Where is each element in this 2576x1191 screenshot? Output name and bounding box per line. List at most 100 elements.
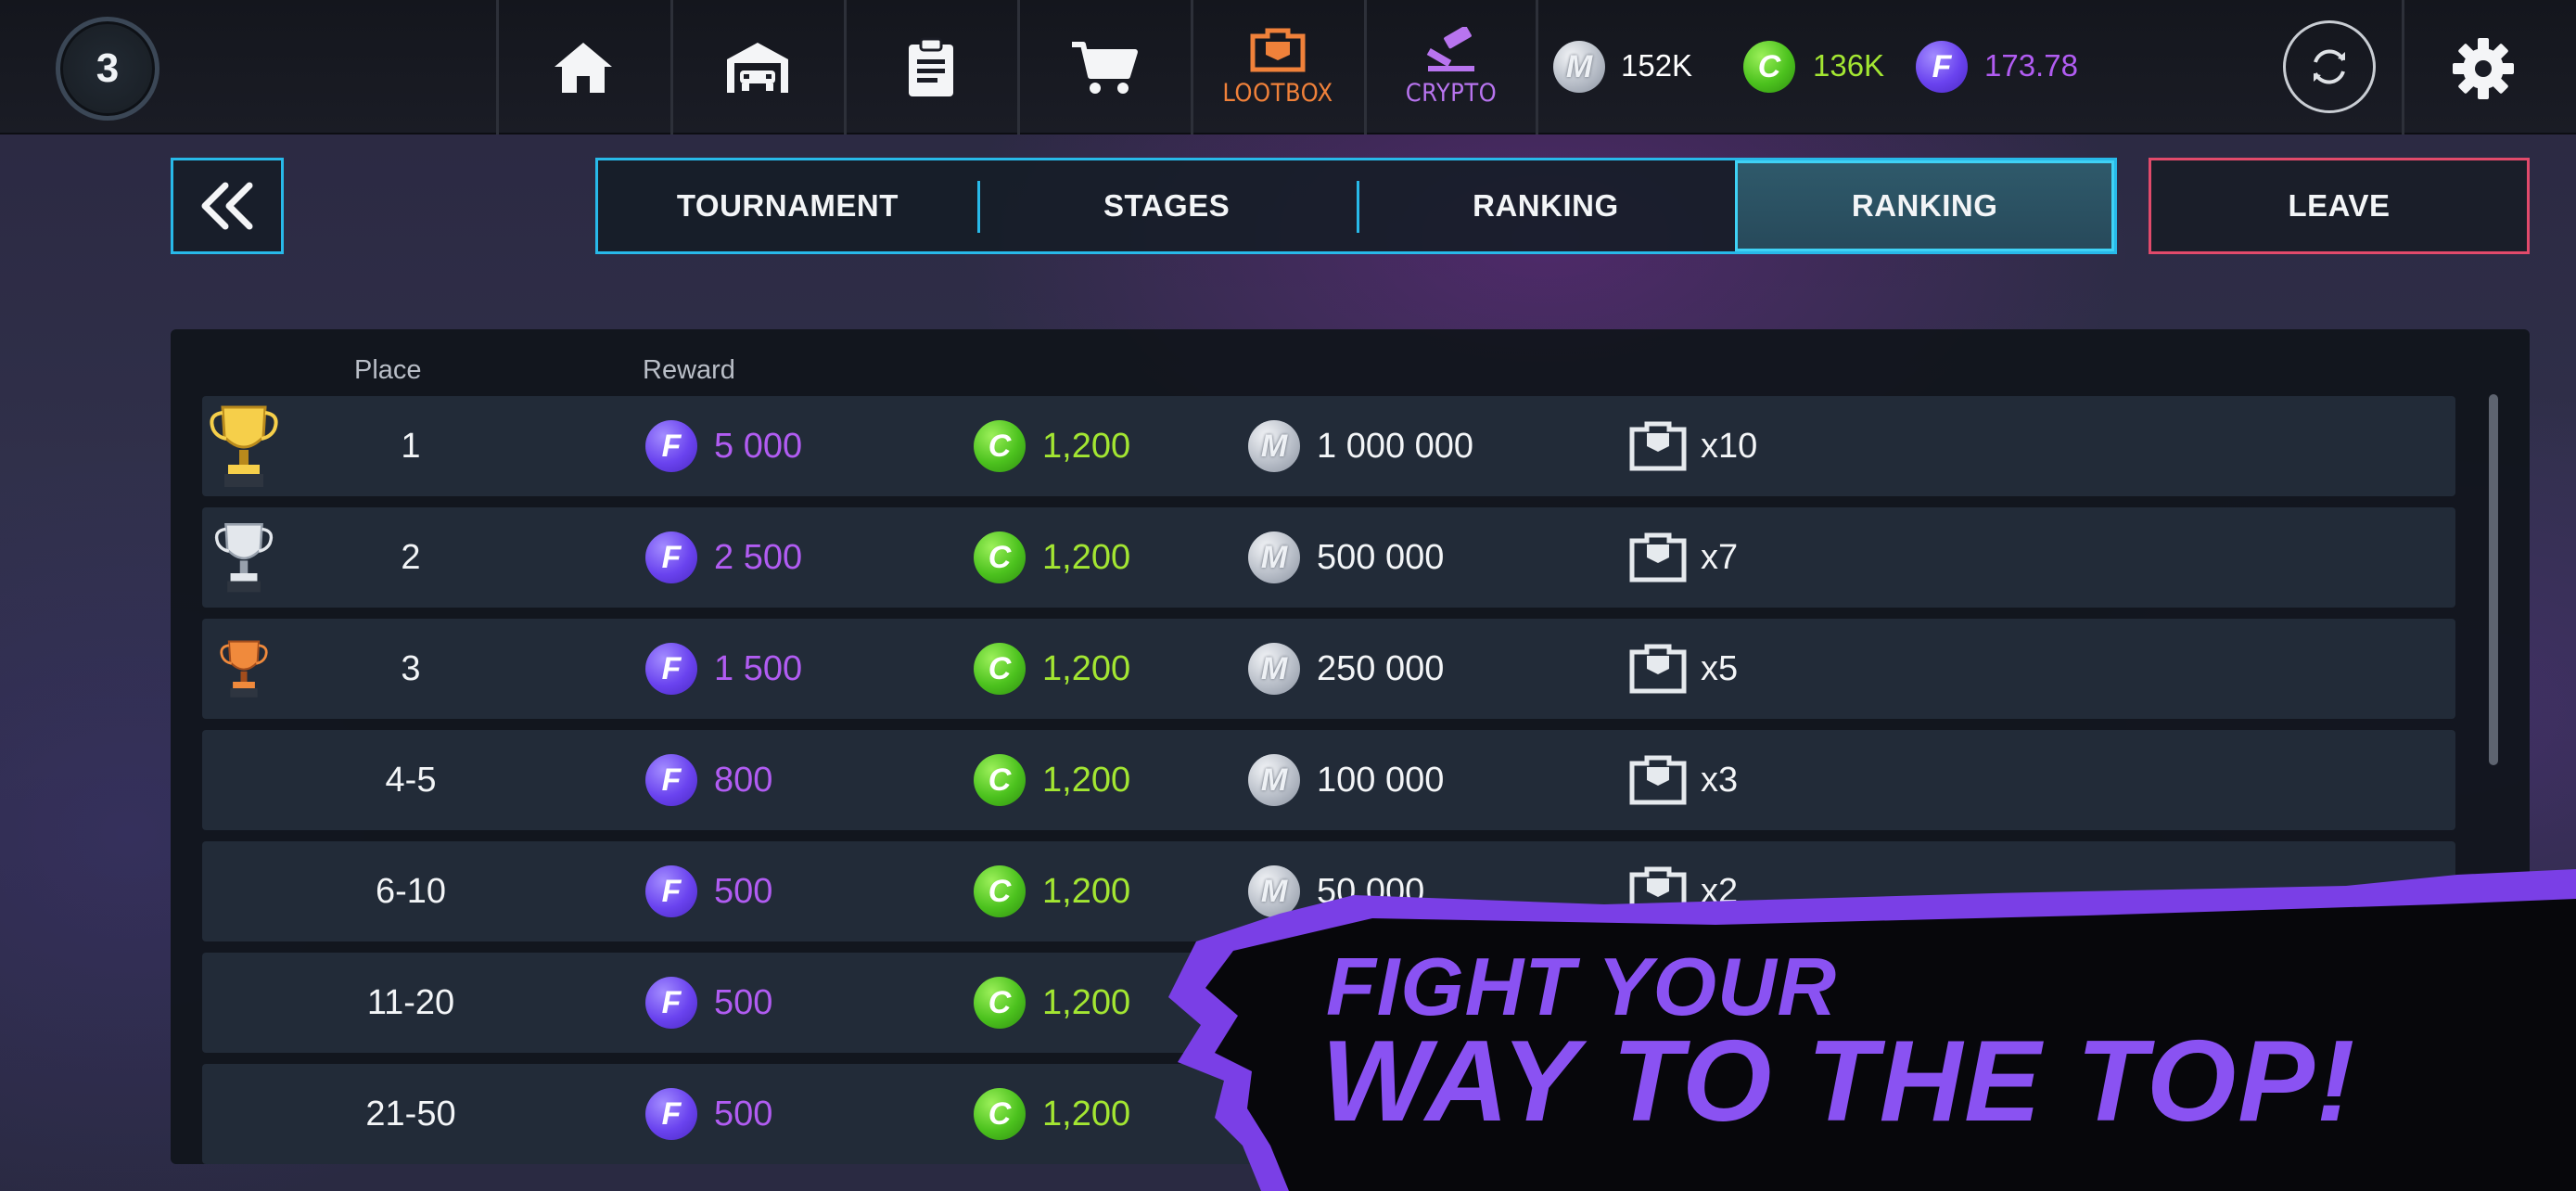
reward-m-value: 1 000 000 — [1317, 426, 1474, 466]
garage-icon — [727, 42, 788, 93]
nav-garage-button[interactable] — [670, 0, 842, 134]
back-button[interactable] — [171, 158, 284, 254]
tab-stages-label: STAGES — [1103, 188, 1231, 223]
reward-c-value: 1,200 — [1042, 871, 1131, 911]
nav-lootbox-button[interactable]: LOOTBOX — [1191, 0, 1362, 134]
nav-shop-button[interactable] — [1017, 0, 1189, 134]
reward-c-value: 1,200 — [1042, 426, 1131, 466]
c-coin-icon: C — [974, 865, 1026, 917]
place-label: 11-20 — [366, 982, 455, 1022]
m-coin-icon: M — [1248, 643, 1300, 695]
top-bar: 3 LOOTBOX CRYPTO M 152K C 136K F 173.78 — [0, 0, 2576, 134]
reward-f-value: 500 — [714, 1094, 773, 1133]
f-coin-icon: F — [645, 865, 697, 917]
f-coin-icon: F — [645, 1088, 697, 1140]
bronze-trophy-icon — [220, 640, 268, 698]
player-level-value: 3 — [96, 45, 120, 91]
reward-lootbox-count: x5 — [1701, 648, 1739, 688]
tab-ranking[interactable]: RANKING — [1356, 160, 1736, 251]
double-chevron-left-icon — [201, 182, 253, 230]
place-label: 3 — [401, 648, 421, 688]
tab-tournament[interactable]: TOURNAMENT — [598, 160, 977, 251]
f-coin-icon: F — [645, 420, 697, 472]
nav-lootbox-label: LOOTBOX — [1222, 79, 1333, 108]
reward-c-value: 1,200 — [1042, 760, 1131, 800]
place-label: 21-50 — [365, 1094, 456, 1133]
gold-trophy-icon — [210, 405, 278, 487]
table-scrollbar[interactable] — [2489, 394, 2498, 765]
reward-c-value: 1,200 — [1042, 1094, 1131, 1133]
nav-home-button[interactable] — [496, 0, 668, 134]
tab-bar: TOURNAMENT STAGES RANKING RANKING — [595, 158, 2117, 254]
reward-lootbox-count: x7 — [1701, 537, 1739, 577]
table-row: 1 F 5 000 C 1,200 M 1 000 000 x10 — [202, 396, 2455, 496]
f-coin-icon: F — [645, 643, 697, 695]
nav-divider — [1536, 0, 1538, 134]
promo-banner: FIGHT YOUR WAY TO THE TOP! — [1159, 867, 2576, 1191]
promo-headline-line2: WAY TO THE TOP! — [1321, 1018, 2357, 1146]
refresh-icon — [2314, 49, 2345, 84]
leave-button[interactable]: LEAVE — [2149, 158, 2530, 254]
table-row: 4-5 F 800 C 1,200 M 100 000 x3 — [202, 730, 2455, 830]
lootbox-icon — [1629, 421, 1687, 471]
clipboard-icon — [909, 37, 953, 96]
tab-ranking-label: RANKING — [1473, 188, 1619, 223]
reward-lootbox-count: x3 — [1701, 760, 1739, 800]
place-header: Place — [354, 355, 422, 385]
refresh-button[interactable] — [2283, 20, 2376, 113]
gear-icon — [2453, 38, 2514, 99]
player-level-badge[interactable]: 3 — [56, 17, 159, 121]
reward-m-value: 250 000 — [1317, 648, 1445, 688]
f-coin-icon: F — [645, 977, 697, 1029]
reward-c-value: 1,200 — [1042, 648, 1131, 688]
reward-header: Reward — [643, 355, 735, 385]
reward-f-value: 500 — [714, 982, 773, 1022]
tab-ranking-rewards-label: RANKING — [1851, 188, 1998, 223]
c-coin-icon: C — [974, 754, 1026, 806]
reward-lootbox-count: x10 — [1701, 426, 1758, 466]
f-coin-icon: F — [1916, 41, 1968, 93]
silver-trophy-icon — [214, 523, 274, 593]
c-coin-icon: C — [974, 531, 1026, 583]
place-label: 6-10 — [375, 871, 447, 911]
tab-stages[interactable]: STAGES — [976, 160, 1357, 251]
currency-c-value: 136K — [1813, 48, 1885, 83]
reward-f-value: 1 500 — [714, 648, 803, 688]
nav-crypto-button[interactable]: CRYPTO — [1364, 0, 1536, 134]
reward-c-value: 1,200 — [1042, 537, 1131, 577]
reward-m-value: 100 000 — [1317, 760, 1445, 800]
m-coin-icon: M — [1553, 41, 1605, 93]
reward-f-value: 800 — [714, 760, 773, 800]
table-row: 3 F 1 500 C 1,200 M 250 000 x5 — [202, 619, 2455, 719]
lootbox-icon — [1629, 644, 1687, 694]
reward-c-value: 1,200 — [1042, 982, 1131, 1022]
c-coin-icon: C — [1743, 41, 1795, 93]
settings-divider — [2402, 0, 2404, 134]
settings-button[interactable] — [2448, 33, 2519, 104]
table-row: 2 F 2 500 C 1,200 M 500 000 x7 — [202, 507, 2455, 608]
c-coin-icon: C — [974, 1088, 1026, 1140]
place-label: 2 — [401, 537, 421, 577]
m-coin-icon: M — [1248, 531, 1300, 583]
reward-f-value: 2 500 — [714, 537, 803, 577]
place-label: 4-5 — [385, 760, 437, 800]
m-coin-icon: M — [1248, 754, 1300, 806]
f-coin-icon: F — [645, 531, 697, 583]
tab-tournament-label: TOURNAMENT — [676, 188, 899, 223]
tab-ranking-rewards[interactable]: RANKING — [1735, 160, 2114, 251]
reward-f-value: 500 — [714, 871, 773, 911]
lootbox-icon — [1629, 755, 1687, 805]
gavel-icon — [1426, 27, 1474, 71]
m-coin-icon: M — [1248, 420, 1300, 472]
lootbox-icon — [1629, 532, 1687, 583]
leave-button-label: LEAVE — [2288, 188, 2391, 223]
c-coin-icon: C — [974, 420, 1026, 472]
lootbox-icon — [1250, 28, 1306, 72]
c-coin-icon: C — [974, 977, 1026, 1029]
f-coin-icon: F — [645, 754, 697, 806]
reward-f-value: 5 000 — [714, 426, 803, 466]
nav-tasks-button[interactable] — [844, 0, 1015, 134]
currency-f-value: 173.78 — [1984, 48, 2078, 83]
reward-m-value: 500 000 — [1317, 537, 1445, 577]
c-coin-icon: C — [974, 643, 1026, 695]
